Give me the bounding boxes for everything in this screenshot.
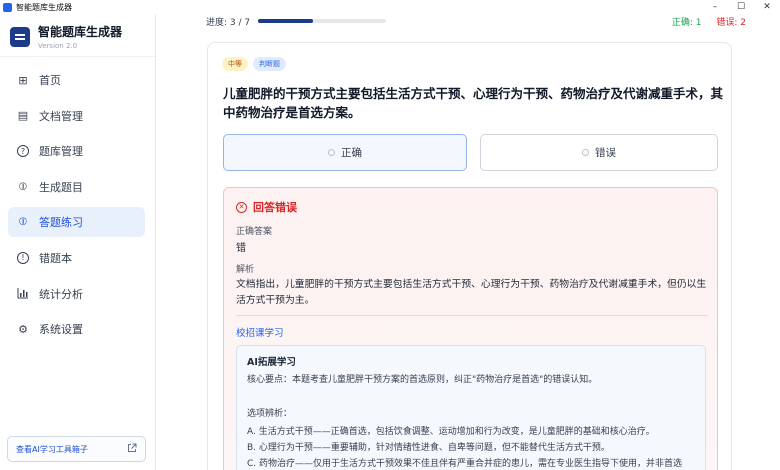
gear-icon: ⚙ bbox=[18, 322, 28, 336]
progress-label: 进度: 3 / 7 bbox=[206, 17, 251, 28]
brand: 智能题库生成器 Version 2.0 bbox=[10, 23, 122, 50]
option-false-button[interactable]: 错误 bbox=[480, 134, 718, 171]
wrong-count: 错误: 2 bbox=[716, 18, 746, 28]
minimize-button[interactable]: – bbox=[702, 0, 728, 14]
sidebar-item-label: 答题练习 bbox=[39, 216, 83, 230]
progress-row: 进度: 3 / 7 正确: 1 错误: 2 bbox=[206, 15, 746, 29]
window-controls: – ☐ ✕ bbox=[702, 0, 780, 14]
generate-icon: ⦶ bbox=[19, 179, 27, 193]
ai-option-c: C. 药物治疗——仅用于生活方式干预效果不佳且伴有严重合并症的患儿，需在专业医生… bbox=[247, 459, 683, 469]
sidebar-item-statistics[interactable]: 统计分析 bbox=[8, 279, 145, 309]
learn-more-link[interactable]: 校招课学习 bbox=[236, 325, 284, 339]
sidebar-item-label: 首页 bbox=[39, 74, 61, 87]
external-link-icon bbox=[127, 443, 137, 456]
ai-section-heading: 选项辨析： bbox=[247, 409, 293, 419]
alert-circle-icon: ! bbox=[17, 251, 29, 264]
sidebar-item-documents[interactable]: ▤ 文档管理 bbox=[8, 101, 145, 131]
sidebar-item-wrong-book[interactable]: ! 错题本 bbox=[8, 243, 145, 273]
bar-chart-icon bbox=[17, 288, 29, 300]
document-icon: ▤ bbox=[17, 109, 29, 123]
sidebar-item-practice[interactable]: ⦶ 答题练习 bbox=[8, 207, 145, 238]
sidebar-nav: ⊞ 首页 ▤ 文档管理 ? 题库管理 ⦶ 生成题目 ⦶ 答题练习 ! 错题本 统… bbox=[0, 65, 155, 350]
sidebar-item-label: 题库管理 bbox=[39, 145, 83, 159]
sidebar-item-label: 文档管理 bbox=[39, 109, 83, 123]
sidebar-item-settings[interactable]: ⚙ 系统设置 bbox=[8, 314, 145, 344]
correct-count: 正确: 1 bbox=[671, 18, 702, 28]
window-titlebar: 智能题库生成器 – ☐ ✕ bbox=[0, 0, 780, 14]
maximize-button[interactable]: ☐ bbox=[728, 0, 754, 14]
explanation-label: 解析 bbox=[236, 265, 255, 275]
progress-bar bbox=[258, 19, 387, 23]
main-content: 进度: 3 / 7 正确: 1 错误: 2 中等 判断题 儿童肥胖的干预方式主要… bbox=[157, 14, 780, 470]
result-divider bbox=[236, 315, 708, 316]
correct-answer-label: 正确答案 bbox=[236, 227, 273, 237]
sidebar-item-home[interactable]: ⊞ 首页 bbox=[8, 65, 145, 95]
app-icon bbox=[3, 2, 12, 12]
result-heading: ✕ 回答错误 bbox=[236, 199, 297, 215]
sidebar-item-label: 生成题目 bbox=[39, 180, 83, 194]
score-summary: 正确: 1 错误: 2 bbox=[672, 15, 746, 28]
sidebar-item-label: 统计分析 bbox=[39, 287, 83, 301]
question-tags: 中等 判断题 bbox=[222, 57, 291, 71]
ai-learning-title: AI拓展学习 bbox=[247, 357, 296, 368]
close-circle-icon: ✕ bbox=[236, 201, 247, 213]
brand-logo-icon bbox=[10, 26, 30, 47]
ai-core-point: 核心要点：本题考查儿童肥胖干预方案的首选原则，纠正"药物治疗是首选"的错误认知。 bbox=[247, 375, 598, 385]
brand-title: 智能题库生成器 bbox=[38, 25, 123, 39]
ai-option-b: B. 心理行为干预——重要辅助，针对情绪性进食、自卑等问题，但不能替代生活方式干… bbox=[247, 443, 610, 453]
ai-option-a: A. 生活方式干预——正确首选，包括饮食调整、运动增加和行为改变，是儿童肥胖的基… bbox=[247, 427, 655, 437]
help-circle-icon: ? bbox=[17, 145, 29, 158]
answer-result-panel: ✕ 回答错误 正确答案 错 解析 文档指出，儿童肥胖的干预方式主要包括生活方式干… bbox=[223, 187, 718, 470]
grid-icon: ⊞ bbox=[18, 73, 28, 87]
radio-icon bbox=[582, 149, 589, 156]
option-label: 正确 bbox=[341, 147, 362, 159]
close-button[interactable]: ✕ bbox=[754, 0, 780, 14]
brand-version: Version 2.0 bbox=[38, 42, 78, 50]
practice-icon: ⦶ bbox=[19, 215, 27, 229]
correct-answer-value: 错 bbox=[236, 243, 246, 254]
ai-toolbox-label: 查看AI学习工具箱子 bbox=[16, 444, 88, 454]
radio-icon bbox=[328, 149, 335, 156]
question-text: 儿童肥胖的干预方式主要包括生活方式干预、心理行为干预、药物治疗及代谢减重手术，其… bbox=[223, 86, 724, 120]
window-title: 智能题库生成器 bbox=[16, 2, 72, 12]
question-card: 中等 判断题 儿童肥胖的干预方式主要包括生活方式干预、心理行为干预、药物治疗及代… bbox=[207, 42, 732, 470]
sidebar-item-label: 错题本 bbox=[39, 251, 72, 265]
sidebar-item-generate[interactable]: ⦶ 生成题目 bbox=[8, 172, 145, 202]
result-heading-text: 回答错误 bbox=[253, 201, 297, 214]
difficulty-badge: 中等 bbox=[222, 57, 248, 71]
progress-bar-fill bbox=[258, 19, 314, 23]
option-true-button[interactable]: 正确 bbox=[223, 134, 467, 171]
sidebar: 智能题库生成器 Version 2.0 ⊞ 首页 ▤ 文档管理 ? 题库管理 ⦶… bbox=[0, 14, 156, 470]
ai-toolbox-link[interactable]: 查看AI学习工具箱子 bbox=[7, 436, 146, 462]
option-label: 错误 bbox=[595, 147, 616, 159]
ai-extended-learning: AI拓展学习 核心要点：本题考查儿童肥胖干预方案的首选原则，纠正"药物治疗是首选… bbox=[236, 345, 706, 470]
sidebar-item-question-bank[interactable]: ? 题库管理 bbox=[8, 136, 145, 166]
sidebar-item-label: 系统设置 bbox=[39, 323, 83, 337]
brand-divider bbox=[0, 56, 155, 57]
explanation-text: 文档指出，儿童肥胖的干预方式主要包括生活方式干预、心理行为干预、药物治疗及代谢减… bbox=[236, 279, 707, 306]
question-type-badge: 判断题 bbox=[253, 57, 286, 71]
